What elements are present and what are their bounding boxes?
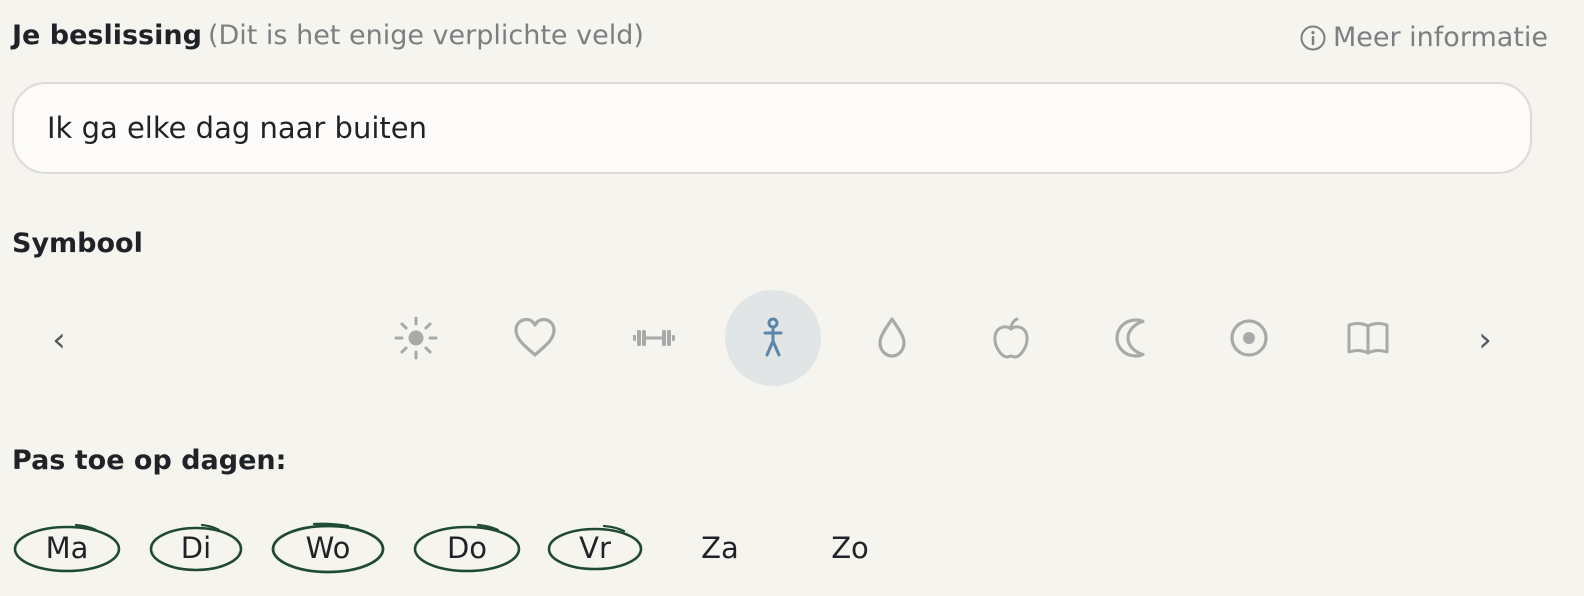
walking-person-icon [763, 317, 783, 357]
day-label: Wo [305, 531, 351, 565]
dumbbell-icon [633, 330, 675, 346]
symbol-sun[interactable] [368, 290, 464, 386]
symbol-book[interactable] [1320, 290, 1416, 386]
symbols-prev-button[interactable]: ‹ [44, 322, 74, 358]
symbols-next-button[interactable]: › [1470, 322, 1500, 358]
apple-icon [993, 317, 1029, 359]
decision-label-row: Je beslissing (Dit is het enige verplicht… [12, 18, 1548, 58]
day-toggle-do[interactable]: Do [412, 522, 522, 574]
day-toggle-za[interactable]: Za [690, 522, 750, 574]
symbol-walking-person[interactable] [725, 290, 821, 386]
symbol-water-drop[interactable] [844, 290, 940, 386]
info-icon [1300, 25, 1326, 50]
water-drop-icon [878, 317, 906, 358]
target-icon [1230, 319, 1268, 357]
book-icon [1347, 322, 1389, 355]
day-label: Di [180, 531, 212, 565]
symbol-moon[interactable] [1082, 290, 1178, 386]
symbol-heart[interactable] [487, 290, 583, 386]
day-toggle-wo[interactable]: Wo [270, 522, 386, 574]
decision-label-text: Je beslissing [12, 20, 202, 51]
symbol-dumbbell[interactable] [606, 290, 702, 386]
day-label: Vr [579, 531, 611, 565]
day-toggle-di[interactable]: Di [148, 522, 244, 574]
day-toggle-ma[interactable]: Ma [12, 522, 122, 574]
sun-icon [394, 316, 438, 360]
symbol-section-title: Symbool [12, 228, 143, 259]
heart-icon [514, 317, 556, 357]
more-info-label: Meer informatie [1332, 22, 1548, 53]
symbol-apple[interactable] [963, 290, 1059, 386]
day-label: Ma [45, 531, 89, 565]
decision-input[interactable] [12, 82, 1532, 174]
more-info-link[interactable]: Meer informatie [1299, 22, 1548, 53]
day-toggle-zo[interactable]: Zo [820, 522, 880, 574]
symbol-target[interactable] [1201, 290, 1297, 386]
decision-label: Je beslissing (Dit is het enige verplicht… [12, 20, 644, 51]
required-hint: (Dit is het enige verplichte veld) [207, 20, 644, 51]
day-label: Zo [831, 531, 869, 565]
moon-icon [1115, 318, 1145, 358]
day-label: Do [446, 531, 488, 565]
day-toggle-vr[interactable]: Vr [546, 522, 644, 574]
days-section-title: Pas toe op dagen: [12, 445, 287, 476]
day-label: Za [701, 531, 739, 565]
